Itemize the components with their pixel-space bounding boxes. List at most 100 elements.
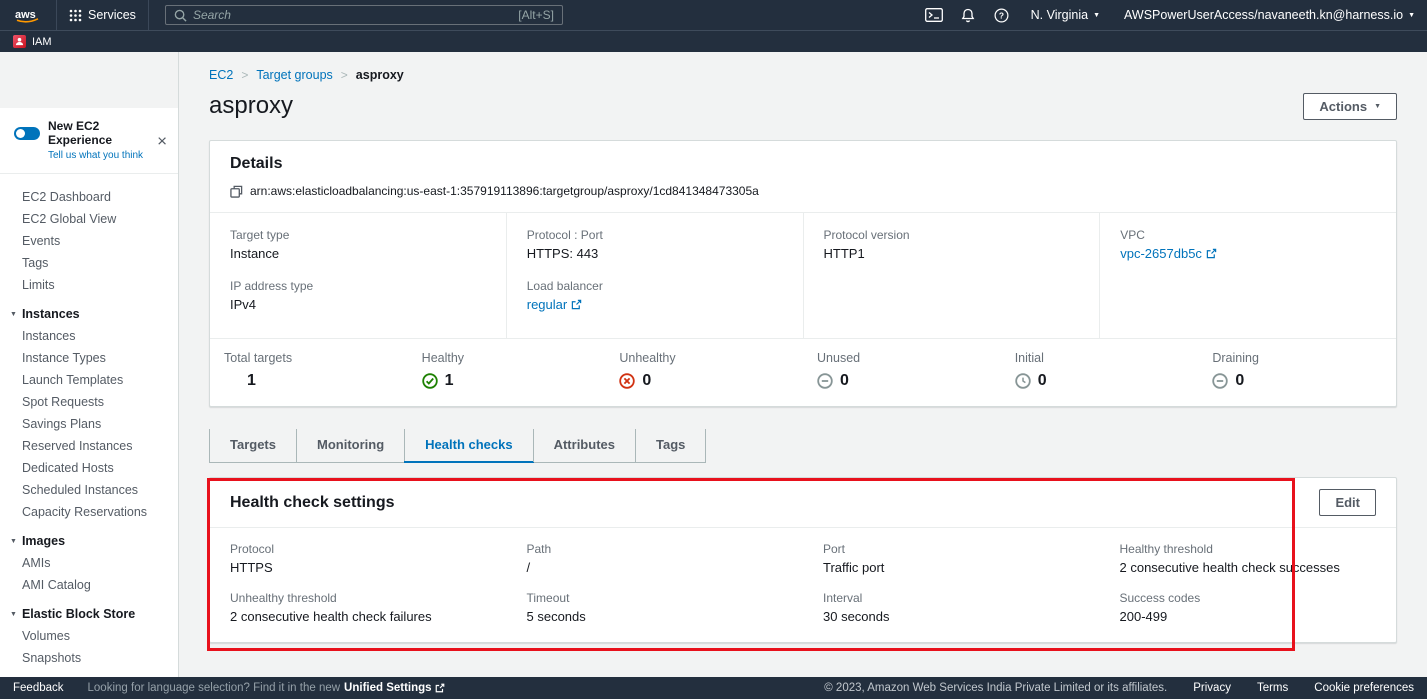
sidebar-item-launch-templates[interactable]: Launch Templates bbox=[0, 369, 178, 391]
service-name-label[interactable]: IAM bbox=[32, 36, 52, 48]
help-button[interactable]: ? bbox=[985, 0, 1019, 30]
breadcrumb-separator: > bbox=[341, 68, 348, 82]
language-selection-note: Looking for language selection? Find it … bbox=[88, 682, 445, 694]
breadcrumb-ec2[interactable]: EC2 bbox=[209, 68, 233, 82]
close-icon[interactable]: × bbox=[157, 132, 167, 149]
chevron-down-icon: ▼ bbox=[1408, 12, 1415, 19]
top-navigation-bar: aws Services [Alt+S] bbox=[0, 0, 1427, 30]
field-target-type: Target type Instance bbox=[230, 228, 486, 261]
stat-healthy: Healthy 1 bbox=[408, 351, 606, 390]
tab-targets[interactable]: Targets bbox=[209, 429, 296, 462]
main-content: EC2 > Target groups > asproxy asproxy Ac… bbox=[179, 52, 1427, 677]
sidebar-item-limits[interactable]: Limits bbox=[0, 274, 178, 296]
external-link-icon bbox=[435, 683, 445, 693]
details-grid: Target type Instance IP address type IPv… bbox=[210, 212, 1396, 338]
health-check-heading: Health check settings bbox=[230, 494, 395, 512]
tab-monitoring[interactable]: Monitoring bbox=[296, 429, 404, 462]
field-hc-healthy-threshold: Healthy threshold 2 consecutive health c… bbox=[1100, 528, 1397, 579]
sidebar-item-ec2-global-view[interactable]: EC2 Global View bbox=[0, 208, 178, 230]
bell-icon bbox=[961, 8, 975, 23]
field-protocol-version: Protocol version HTTP1 bbox=[824, 228, 1080, 261]
sidebar-item-amis[interactable]: AMIs bbox=[0, 552, 178, 574]
sidebar-item-reserved-instances[interactable]: Reserved Instances bbox=[0, 435, 178, 457]
sidebar-section-images[interactable]: ▼Images bbox=[0, 523, 178, 552]
service-breadcrumb-bar: IAM bbox=[0, 30, 1427, 52]
search-input[interactable] bbox=[193, 8, 512, 22]
account-menu[interactable]: AWSPowerUserAccess/navaneeth.kn@harness.… bbox=[1112, 0, 1427, 30]
chevron-down-icon: ▼ bbox=[10, 611, 17, 618]
sidebar-item-savings-plans[interactable]: Savings Plans bbox=[0, 413, 178, 435]
feedback-link[interactable]: Feedback bbox=[13, 682, 64, 694]
svg-text:aws: aws bbox=[15, 9, 36, 21]
field-load-balancer: Load balancer regular bbox=[527, 279, 783, 312]
health-check-row-2: Unhealthy threshold 2 consecutive health… bbox=[210, 579, 1396, 642]
terms-link[interactable]: Terms bbox=[1257, 682, 1288, 694]
notifications-button[interactable] bbox=[951, 0, 985, 30]
svg-text:?: ? bbox=[999, 10, 1004, 20]
sidebar-section-instances[interactable]: ▼Instances bbox=[0, 296, 178, 325]
region-selector[interactable]: N. Virginia ▼ bbox=[1019, 0, 1112, 30]
new-experience-feedback-link[interactable]: Tell us what you think bbox=[48, 150, 166, 161]
actions-button[interactable]: Actions ▼ bbox=[1303, 93, 1397, 120]
person-icon bbox=[15, 37, 24, 46]
page-title: asproxy bbox=[209, 92, 293, 120]
sidebar-item-capacity-reservations[interactable]: Capacity Reservations bbox=[0, 501, 178, 523]
field-hc-port: Port Traffic port bbox=[803, 528, 1100, 579]
sidebar-item-ami-catalog[interactable]: AMI Catalog bbox=[0, 574, 178, 596]
chevron-down-icon: ▼ bbox=[1093, 12, 1100, 19]
tab-tags[interactable]: Tags bbox=[635, 429, 706, 462]
unified-settings-link[interactable]: Unified Settings bbox=[344, 682, 445, 694]
cookie-preferences-link[interactable]: Cookie preferences bbox=[1314, 682, 1414, 694]
chevron-down-icon: ▼ bbox=[1374, 103, 1381, 110]
sidebar-item-events[interactable]: Events bbox=[0, 230, 178, 252]
tab-attributes[interactable]: Attributes bbox=[533, 429, 635, 462]
clock-circle-icon bbox=[1015, 373, 1031, 389]
sidebar-item-dedicated-hosts[interactable]: Dedicated Hosts bbox=[0, 457, 178, 479]
field-protocol-port: Protocol : Port HTTPS: 443 bbox=[527, 228, 783, 261]
sidebar-nav: EC2 Dashboard EC2 Global View Events Tag… bbox=[0, 174, 178, 669]
cloudshell-terminal-icon bbox=[925, 8, 943, 22]
sidebar-spacer bbox=[0, 52, 178, 108]
edit-button[interactable]: Edit bbox=[1319, 489, 1376, 516]
health-check-row-1: Protocol HTTPS Path / Port Traffic port … bbox=[210, 528, 1396, 579]
load-balancer-link[interactable]: regular bbox=[527, 297, 582, 312]
sidebar-item-spot-requests[interactable]: Spot Requests bbox=[0, 391, 178, 413]
breadcrumb: EC2 > Target groups > asproxy bbox=[209, 68, 1397, 82]
sidebar-item-tags[interactable]: Tags bbox=[0, 252, 178, 274]
external-link-icon bbox=[1206, 248, 1217, 259]
cloudshell-button[interactable] bbox=[917, 0, 951, 30]
minus-circle-icon bbox=[817, 373, 833, 389]
check-circle-icon bbox=[422, 373, 438, 389]
details-panel: Details arn:aws:elasticloadbalancing:us-… bbox=[209, 140, 1397, 407]
sidebar-item-ec2-dashboard[interactable]: EC2 Dashboard bbox=[0, 186, 178, 208]
breadcrumb-target-groups[interactable]: Target groups bbox=[256, 68, 332, 82]
field-hc-unhealthy-threshold: Unhealthy threshold 2 consecutive health… bbox=[210, 579, 507, 642]
health-check-section: Health check settings Edit Protocol HTTP… bbox=[209, 477, 1397, 643]
stat-unhealthy: Unhealthy 0 bbox=[605, 351, 803, 390]
sidebar-item-volumes[interactable]: Volumes bbox=[0, 625, 178, 647]
global-search[interactable]: [Alt+S] bbox=[165, 5, 563, 25]
tab-health-checks[interactable]: Health checks bbox=[404, 429, 532, 462]
sidebar-item-instance-types[interactable]: Instance Types bbox=[0, 347, 178, 369]
region-label: N. Virginia bbox=[1031, 8, 1088, 22]
health-check-panel: Health check settings Edit Protocol HTTP… bbox=[209, 477, 1397, 643]
breadcrumb-current: asproxy bbox=[356, 68, 404, 82]
aws-logo[interactable]: aws bbox=[0, 6, 56, 24]
privacy-link[interactable]: Privacy bbox=[1193, 682, 1231, 694]
sidebar-item-instances[interactable]: Instances bbox=[0, 325, 178, 347]
sidebar-item-snapshots[interactable]: Snapshots bbox=[0, 647, 178, 669]
iam-service-icon bbox=[13, 35, 26, 48]
search-icon bbox=[174, 9, 187, 22]
chevron-down-icon: ▼ bbox=[10, 311, 17, 318]
copy-arn-button[interactable] bbox=[230, 185, 243, 198]
new-experience-toggle[interactable] bbox=[14, 127, 40, 140]
divider bbox=[148, 0, 149, 30]
services-menu[interactable]: Services bbox=[57, 0, 148, 30]
search-shortcut-hint: [Alt+S] bbox=[518, 8, 554, 22]
copy-icon bbox=[230, 185, 243, 198]
sidebar-item-scheduled-instances[interactable]: Scheduled Instances bbox=[0, 479, 178, 501]
stat-unused: Unused 0 bbox=[803, 351, 1001, 390]
breadcrumb-separator: > bbox=[241, 68, 248, 82]
vpc-link[interactable]: vpc-2657db5c bbox=[1120, 246, 1217, 261]
sidebar-section-elastic-block-store[interactable]: ▼Elastic Block Store bbox=[0, 596, 178, 625]
